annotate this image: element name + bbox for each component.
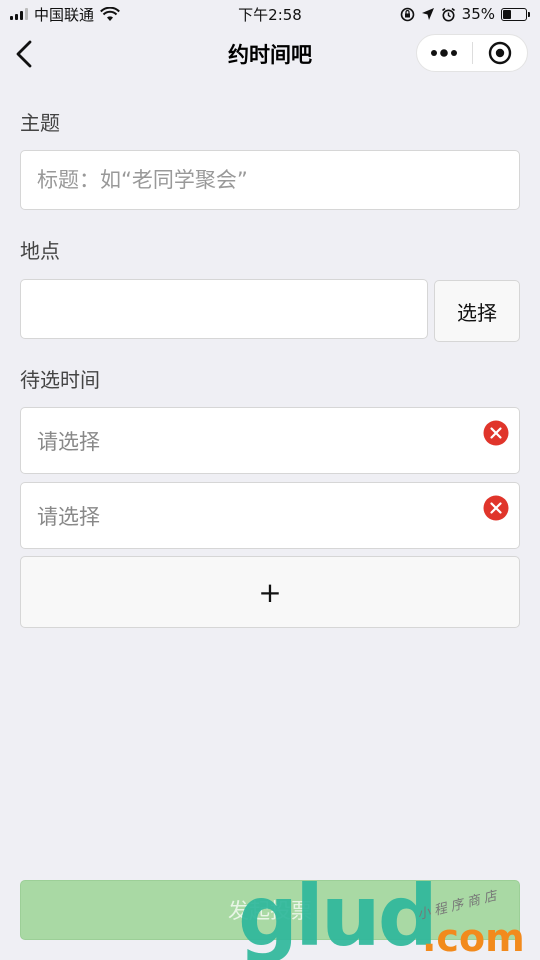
topic-field	[20, 150, 520, 210]
close-miniprogram-button[interactable]	[473, 35, 528, 71]
time-picker-1[interactable]: 请选择	[20, 407, 520, 474]
battery-icon	[501, 7, 530, 21]
time-option-2: 请选择	[20, 482, 520, 549]
signal-icon	[10, 8, 28, 20]
clear-icon[interactable]	[483, 420, 509, 446]
topic-label: 主题	[20, 111, 60, 135]
location-label: 地点	[20, 239, 60, 263]
time-option-1: 请选择	[20, 407, 520, 474]
capsule-menu	[416, 34, 528, 72]
wifi-icon	[100, 6, 120, 21]
alarm-icon	[441, 7, 455, 21]
orientation-lock-icon	[400, 7, 414, 21]
status-bar: 中国联通 下午2:58 35%	[0, 0, 540, 28]
time-picker-2[interactable]: 请选择	[20, 482, 520, 549]
location-input[interactable]	[37, 297, 411, 321]
more-dots-icon	[431, 49, 458, 57]
battery-percent: 35%	[461, 5, 495, 23]
carrier-name: 中国联通	[34, 5, 95, 24]
location-icon	[421, 8, 434, 20]
time-picker-placeholder: 请选择	[37, 429, 100, 454]
submit-vote-button[interactable]: 发起投票	[20, 880, 520, 940]
nav-bar: 约时间吧	[0, 28, 540, 80]
location-field	[20, 279, 428, 339]
topic-input[interactable]	[37, 168, 503, 192]
add-time-button[interactable]: +	[20, 556, 520, 628]
more-button[interactable]	[417, 35, 472, 71]
target-close-icon	[488, 41, 511, 65]
clear-icon[interactable]	[483, 495, 509, 521]
time-picker-placeholder: 请选择	[37, 504, 100, 529]
select-location-button[interactable]: 选择	[434, 280, 520, 342]
times-label: 待选时间	[20, 368, 100, 392]
